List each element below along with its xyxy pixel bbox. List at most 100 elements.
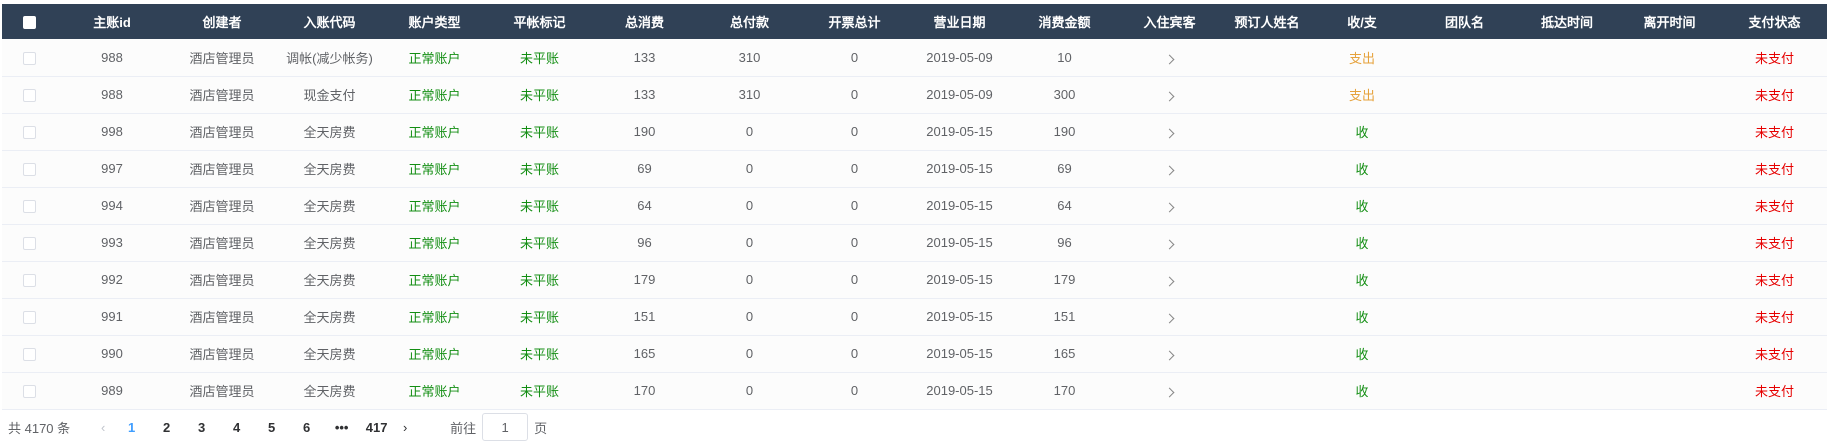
cell-balance-flag: 未平账 xyxy=(519,199,559,214)
cell-entry-code: 全天房费 xyxy=(303,199,356,214)
cell-entry-code: 全天房费 xyxy=(303,162,356,177)
chevron-right-icon[interactable] xyxy=(1164,91,1175,102)
cell-creator: 酒店管理员 xyxy=(189,273,255,288)
pagination-page[interactable]: 6 xyxy=(289,420,324,435)
table-row[interactable]: 989 酒店管理员 全天房费 正常账户 未平账 170 0 0 2019-05-15 170 收 未支… xyxy=(2,372,1827,409)
cell-guest xyxy=(1117,76,1222,113)
cell-arrive-time xyxy=(1517,335,1617,372)
table-row[interactable]: 994 酒店管理员 全天房费 正常账户 未平账 64 0 0 2019-05-15 64 收 未支付 xyxy=(2,187,1827,224)
row-checkbox[interactable] xyxy=(23,89,36,103)
row-select-cell xyxy=(2,187,57,224)
cell-team xyxy=(1412,113,1517,150)
row-checkbox[interactable] xyxy=(23,274,36,288)
cell-in-out: 收 xyxy=(1355,310,1369,325)
cell-account-id: 994 xyxy=(101,198,123,213)
cell-account-id: 989 xyxy=(101,383,123,398)
pagination-page[interactable]: 417 xyxy=(359,420,394,435)
pagination-page[interactable]: 2 xyxy=(149,420,184,435)
cell-arrive-time xyxy=(1517,187,1617,224)
row-checkbox[interactable] xyxy=(23,385,36,399)
row-select-cell xyxy=(2,372,57,409)
cell-entry-code: 全天房费 xyxy=(303,384,356,399)
cell-creator: 酒店管理员 xyxy=(189,88,255,103)
cell-booker xyxy=(1222,372,1312,409)
cell-balance-flag: 未平账 xyxy=(519,88,559,103)
pagination-page[interactable]: 3 xyxy=(184,420,219,435)
row-checkbox[interactable] xyxy=(23,126,36,140)
table-row[interactable]: 990 酒店管理员 全天房费 正常账户 未平账 165 0 0 2019-05-15 165 收 未支… xyxy=(2,335,1827,372)
pagination-page[interactable]: 1 xyxy=(114,420,149,435)
cell-account-id: 991 xyxy=(101,309,123,324)
row-checkbox[interactable] xyxy=(23,200,36,214)
cell-payment-status: 未支付 xyxy=(1754,384,1794,399)
cell-booker xyxy=(1222,298,1312,335)
cell-business-date: 2019-05-15 xyxy=(926,346,993,361)
cell-amount: 10 xyxy=(1057,49,1072,65)
cell-in-out: 收 xyxy=(1355,162,1369,177)
cell-balance-flag: 未平账 xyxy=(519,347,559,362)
row-checkbox[interactable] xyxy=(23,163,36,177)
cell-amount: 64 xyxy=(1057,198,1072,213)
select-all-header xyxy=(2,4,57,39)
cell-leave-time xyxy=(1617,224,1722,261)
cell-business-date: 2019-05-15 xyxy=(926,198,993,213)
row-checkbox[interactable] xyxy=(23,51,36,65)
chevron-right-icon[interactable] xyxy=(1164,387,1175,398)
cell-total-pay: 0 xyxy=(745,124,754,139)
chevron-right-icon[interactable] xyxy=(1164,239,1175,250)
cell-payment-status: 未支付 xyxy=(1754,125,1794,140)
table-row[interactable]: 991 酒店管理员 全天房费 正常账户 未平账 151 0 0 2019-05-15 151 收 未支… xyxy=(2,298,1827,335)
column-header: 入账代码 xyxy=(303,15,356,30)
cell-guest xyxy=(1117,150,1222,187)
cell-arrive-time xyxy=(1517,224,1617,261)
chevron-left-icon[interactable]: ‹ xyxy=(92,420,114,435)
table-row[interactable]: 988 酒店管理员 现金支付 正常账户 未平账 133 310 0 2019-05-09 300 支… xyxy=(2,76,1827,113)
pagination-page[interactable]: 5 xyxy=(254,420,289,435)
table-row[interactable]: 997 酒店管理员 全天房费 正常账户 未平账 69 0 0 2019-05-15 69 收 未支付 xyxy=(2,150,1827,187)
cell-arrive-time xyxy=(1517,150,1617,187)
row-checkbox[interactable] xyxy=(23,311,36,325)
cell-balance-flag: 未平账 xyxy=(519,162,559,177)
cell-account-type: 正常账户 xyxy=(408,310,461,325)
column-header: 平帐标记 xyxy=(513,15,566,30)
cell-entry-code: 全天房费 xyxy=(303,310,356,325)
cell-total-consume: 179 xyxy=(633,272,656,287)
cell-arrive-time xyxy=(1517,39,1617,76)
cell-total-consume: 165 xyxy=(633,346,656,361)
chevron-right-icon[interactable] xyxy=(1164,313,1175,324)
select-all-checkbox[interactable] xyxy=(23,16,36,30)
row-checkbox[interactable] xyxy=(23,348,36,362)
row-select-cell xyxy=(2,113,57,150)
cell-balance-flag: 未平账 xyxy=(519,125,559,140)
cell-business-date: 2019-05-09 xyxy=(926,87,993,102)
chevron-right-icon[interactable] xyxy=(1164,54,1175,65)
row-checkbox[interactable] xyxy=(23,237,36,251)
table-row[interactable]: 993 酒店管理员 全天房费 正常账户 未平账 96 0 0 2019-05-15 96 收 未支付 xyxy=(2,224,1827,261)
chevron-right-icon[interactable] xyxy=(1164,165,1175,176)
cell-payment-status: 未支付 xyxy=(1754,273,1794,288)
pagination: 共 4170 条 ‹ 123456•••417 › 前往 页 xyxy=(8,411,547,443)
cell-booker xyxy=(1222,39,1312,76)
chevron-right-icon[interactable] xyxy=(1164,128,1175,139)
cell-total-pay: 0 xyxy=(745,383,754,398)
cell-business-date: 2019-05-15 xyxy=(926,124,993,139)
cell-total-pay: 0 xyxy=(745,346,754,361)
pagination-more[interactable]: ••• xyxy=(324,420,359,435)
goto-page-input[interactable] xyxy=(482,413,529,441)
cell-total-consume: 69 xyxy=(637,161,652,176)
table-row[interactable]: 998 酒店管理员 全天房费 正常账户 未平账 190 0 0 2019-05-15 190 收 未支… xyxy=(2,113,1827,150)
chevron-right-icon[interactable] xyxy=(1164,202,1175,213)
cell-guest xyxy=(1117,372,1222,409)
table-row[interactable]: 988 酒店管理员 调帐(减少帐务) 正常账户 未平账 133 310 0 2019-05-09… xyxy=(2,39,1827,76)
chevron-right-icon[interactable] xyxy=(1164,276,1175,287)
cell-guest xyxy=(1117,335,1222,372)
cell-account-type: 正常账户 xyxy=(408,236,461,251)
chevron-right-icon[interactable]: › xyxy=(394,420,416,435)
pagination-page[interactable]: 4 xyxy=(219,420,254,435)
cell-entry-code: 全天房费 xyxy=(303,125,356,140)
table-row[interactable]: 992 酒店管理员 全天房费 正常账户 未平账 179 0 0 2019-05-15 179 收 未支… xyxy=(2,261,1827,298)
chevron-right-icon[interactable] xyxy=(1164,350,1175,361)
column-header: 营业日期 xyxy=(933,15,986,30)
cell-in-out: 收 xyxy=(1355,384,1369,399)
cell-business-date: 2019-05-15 xyxy=(926,161,993,176)
